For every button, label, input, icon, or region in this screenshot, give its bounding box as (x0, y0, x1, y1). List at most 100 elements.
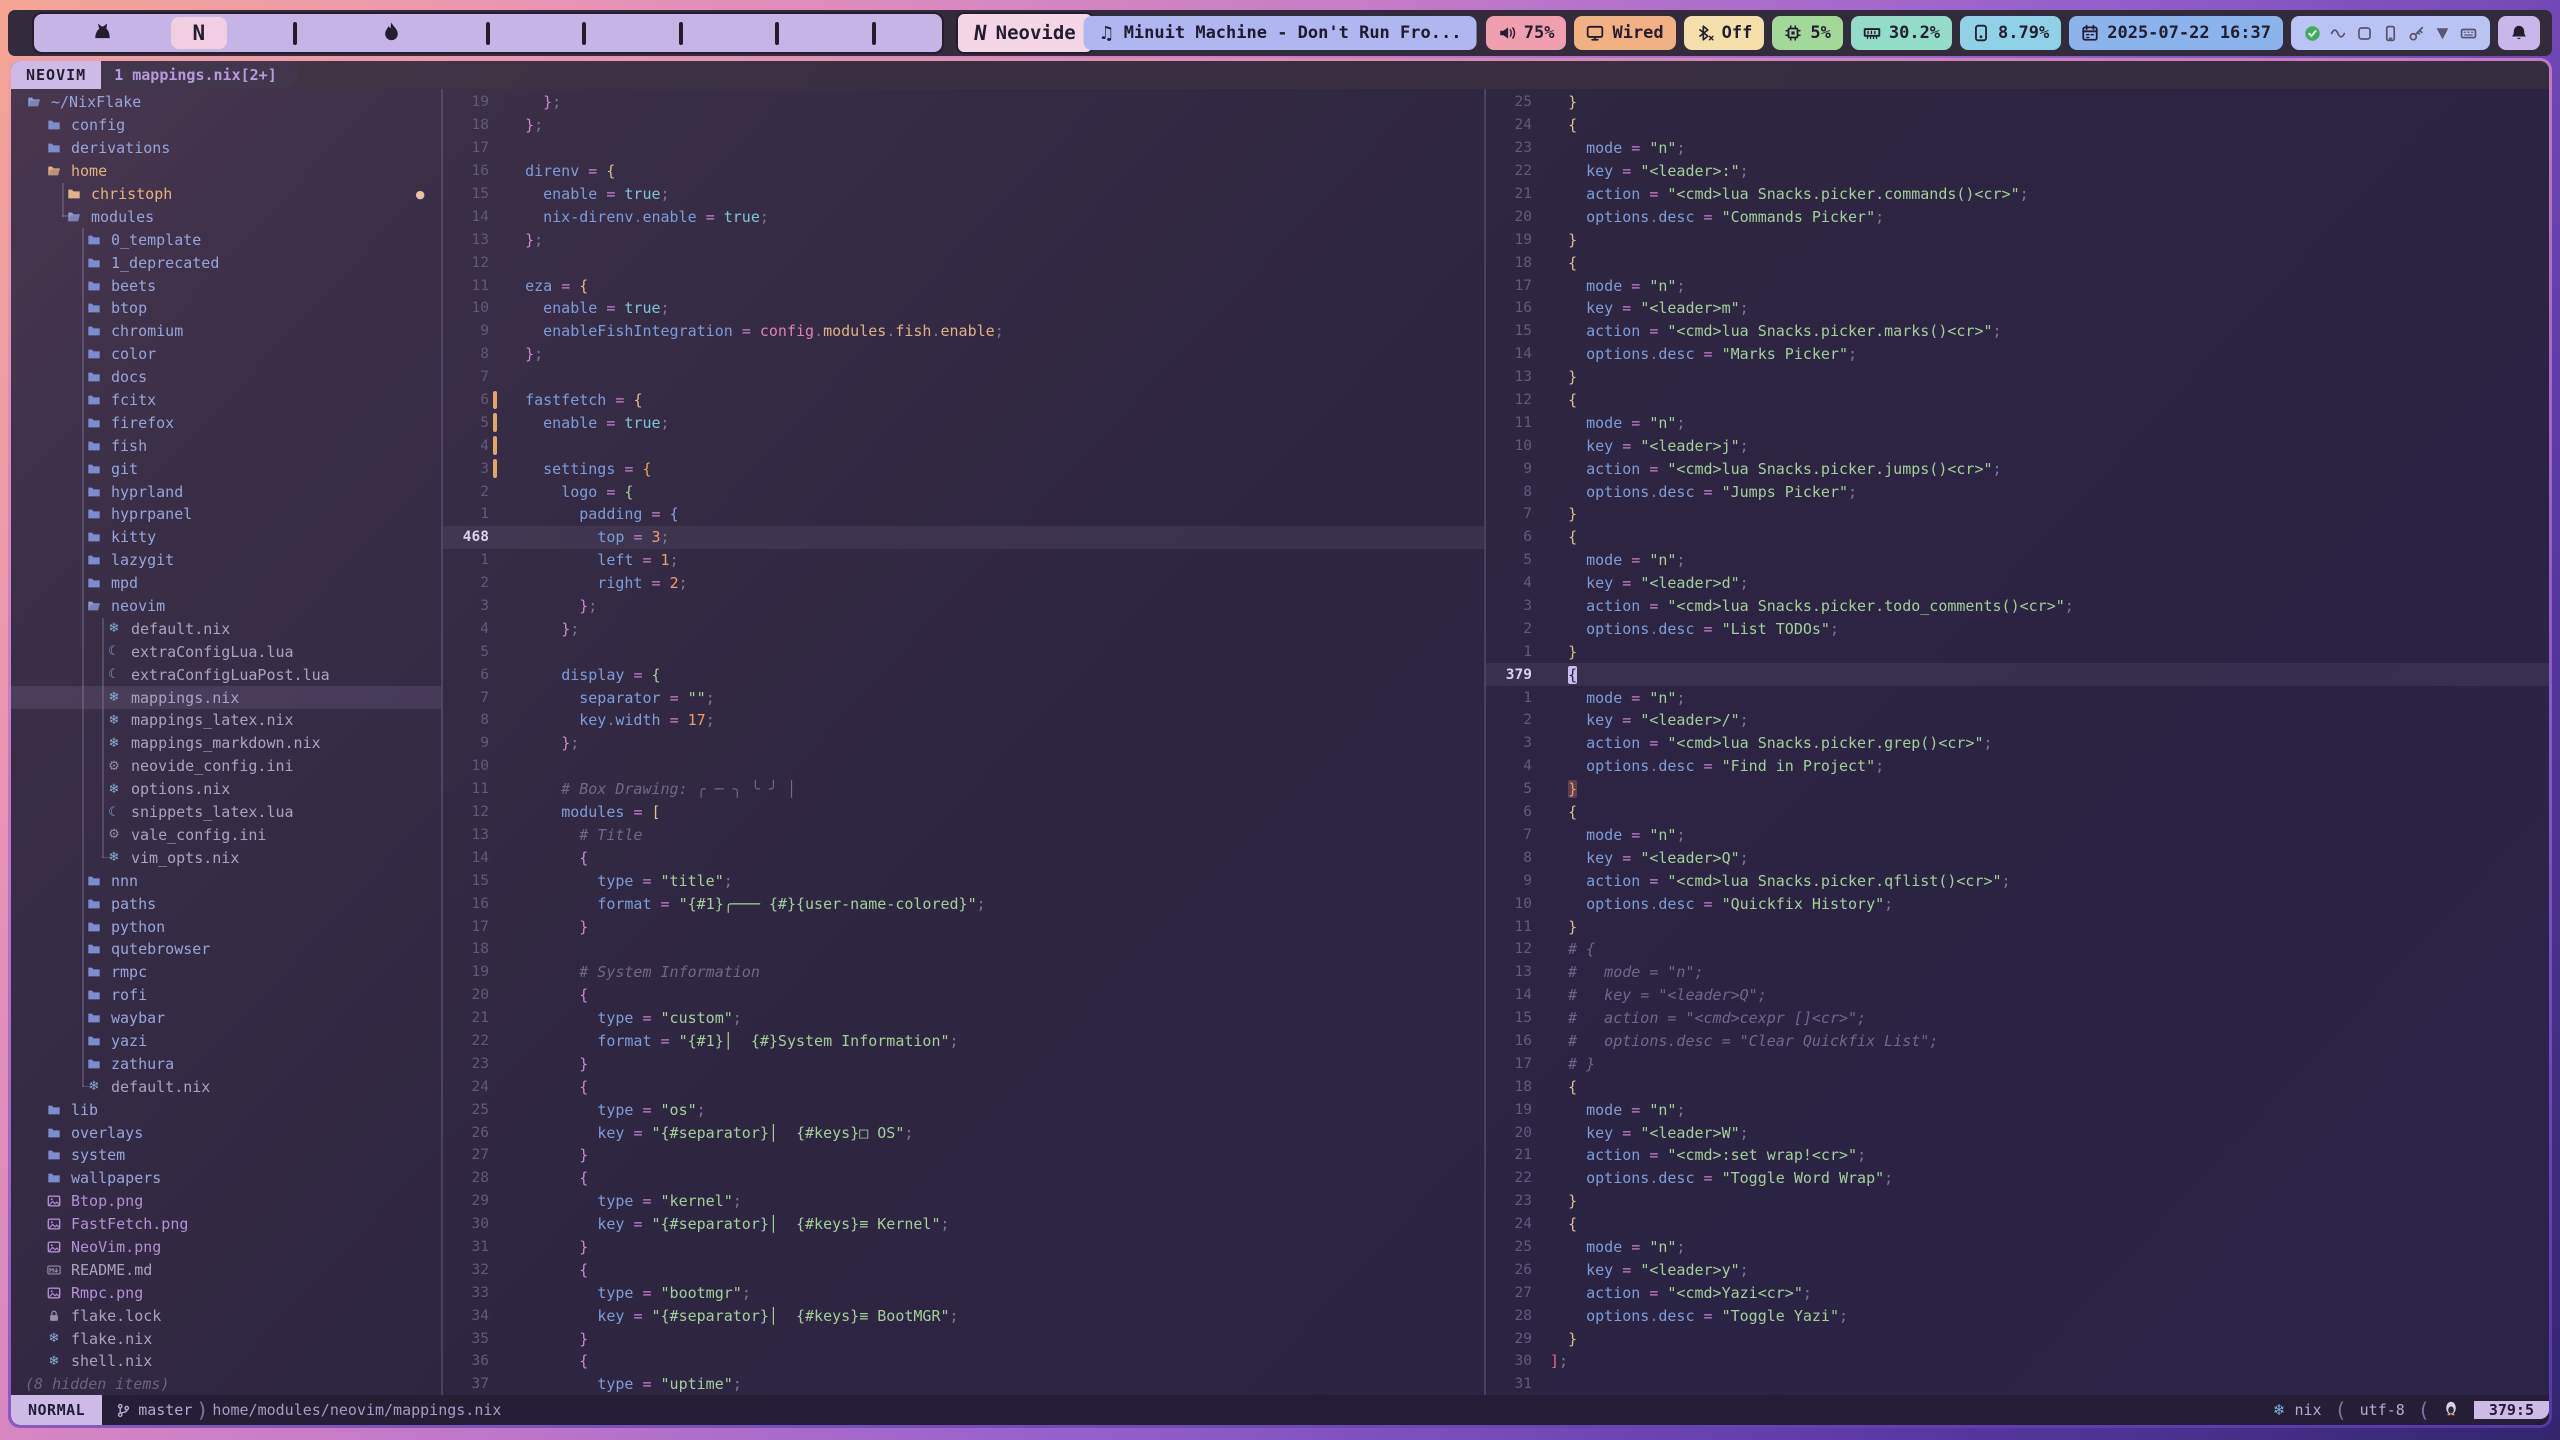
tree-item[interactable]: ☾extraConfigLua.lua (11, 640, 441, 663)
tree-item[interactable]: mpd (11, 572, 441, 595)
tree-item[interactable]: config (11, 114, 441, 137)
music-widget[interactable]: ♫ Minuit Machine - Don't Run Fro... (1084, 16, 1477, 50)
code-line[interactable]: 8 }; (443, 343, 1484, 366)
bluetooth-module[interactable]: Off (1684, 16, 1765, 50)
code-line[interactable]: 24 { (1486, 114, 2549, 137)
code-line[interactable]: 10 (443, 755, 1484, 778)
code-line[interactable]: 12 # { (1486, 938, 2549, 961)
tree-item[interactable]: hyprpanel (11, 503, 441, 526)
code-line[interactable]: 15 enable = true; (443, 183, 1484, 206)
key-icon[interactable] (2408, 25, 2425, 42)
code-line[interactable]: 23 mode = "n"; (1486, 137, 2549, 160)
code-line[interactable]: 24 { (443, 1075, 1484, 1098)
tree-item[interactable]: hyprland (11, 480, 441, 503)
tree-item[interactable]: FastFetch.png (11, 1213, 441, 1236)
code-line[interactable]: 379 { (1486, 663, 2549, 686)
code-line[interactable]: 7 (443, 366, 1484, 389)
code-line[interactable]: 13 # mode = "n"; (1486, 961, 2549, 984)
code-line[interactable]: 37 type = "uptime"; (443, 1373, 1484, 1395)
code-line[interactable]: 16 key = "<leader>m"; (1486, 297, 2549, 320)
workspace-button-3[interactable] (267, 17, 323, 49)
code-line[interactable]: 30 key = "{#separator}│ {#keys}≡ Kernel"… (443, 1213, 1484, 1236)
code-line[interactable]: 4 }; (443, 617, 1484, 640)
code-line[interactable]: 18 (443, 938, 1484, 961)
code-line[interactable]: 20 key = "<leader>W"; (1486, 1121, 2549, 1144)
code-line[interactable]: 20 { (443, 984, 1484, 1007)
code-line[interactable]: 2 logo = { (443, 480, 1484, 503)
code-line[interactable]: 18 { (1486, 251, 2549, 274)
code-line[interactable]: 33 type = "bootmgr"; (443, 1281, 1484, 1304)
code-line[interactable]: 4 key = "<leader>d"; (1486, 572, 2549, 595)
tree-item[interactable]: 0_template (11, 228, 441, 251)
cpu-module[interactable]: 5% (1772, 16, 1842, 50)
code-line[interactable]: 25 type = "os"; (443, 1098, 1484, 1121)
window-title-button[interactable]: N Neovide (956, 12, 1094, 54)
code-line[interactable]: 21 type = "custom"; (443, 1007, 1484, 1030)
code-line[interactable]: 2 right = 2; (443, 572, 1484, 595)
file-tree[interactable]: ~/NixFlakeconfigderivationshomechristoph… (11, 89, 441, 1395)
code-line[interactable]: 31 } (443, 1236, 1484, 1259)
code-line[interactable]: 25 mode = "n"; (1486, 1236, 2549, 1259)
code-line[interactable]: 28 options.desc = "Toggle Yazi"; (1486, 1304, 2549, 1327)
tree-item[interactable]: ❄flake.nix (11, 1327, 441, 1350)
code-line[interactable]: 27 } (443, 1144, 1484, 1167)
square-outline-icon[interactable] (2356, 25, 2373, 42)
code-line[interactable]: 31 (1486, 1373, 2549, 1395)
code-line[interactable]: 13 }; (443, 228, 1484, 251)
code-line[interactable]: 36 { (443, 1350, 1484, 1373)
code-line[interactable]: 5 mode = "n"; (1486, 549, 2549, 572)
code-line[interactable]: 14 { (443, 846, 1484, 869)
code-line[interactable]: 19 }; (443, 91, 1484, 114)
tree-item[interactable]: Rmpc.png (11, 1281, 441, 1304)
code-line[interactable]: 35 } (443, 1327, 1484, 1350)
code-line[interactable]: 9 action = "<cmd>lua Snacks.picker.jumps… (1486, 457, 2549, 480)
tree-item[interactable]: neovim (11, 595, 441, 618)
code-line[interactable]: 16 direnv = { (443, 160, 1484, 183)
tree-item[interactable]: derivations (11, 137, 441, 160)
buffer-tab[interactable]: 1 mappings.nix[2+] (101, 61, 299, 89)
workspace-button-7[interactable] (653, 17, 709, 49)
tree-item[interactable]: overlays (11, 1121, 441, 1144)
check-circle-icon[interactable] (2304, 25, 2321, 42)
code-line[interactable]: 23 } (1486, 1190, 2549, 1213)
tree-item[interactable]: yazi (11, 1030, 441, 1053)
code-line[interactable]: 16 # options.desc = "Clear Quickfix List… (1486, 1030, 2549, 1053)
code-line[interactable]: 5 (443, 640, 1484, 663)
code-line[interactable]: 19 } (1486, 228, 2549, 251)
funnel-icon[interactable] (2434, 25, 2451, 42)
code-line[interactable]: 12 (443, 251, 1484, 274)
workspace-button-5[interactable] (460, 17, 516, 49)
code-line[interactable]: 29 type = "kernel"; (443, 1190, 1484, 1213)
clock-module[interactable]: 2025-07-22 16:37 (2069, 16, 2283, 50)
code-line[interactable]: 10 enable = true; (443, 297, 1484, 320)
code-line[interactable]: 15 type = "title"; (443, 869, 1484, 892)
keyboard-icon[interactable] (2460, 25, 2477, 42)
disk-module[interactable]: 8.79% (1960, 16, 2061, 50)
tree-item[interactable]: kitty (11, 526, 441, 549)
tree-item[interactable]: btop (11, 297, 441, 320)
code-line[interactable]: 19 # System Information (443, 961, 1484, 984)
tree-item[interactable]: README.md (11, 1258, 441, 1281)
tree-item[interactable]: ☾extraConfigLuaPost.lua (11, 663, 441, 686)
code-line[interactable]: 32 { (443, 1258, 1484, 1281)
code-line[interactable]: 3 action = "<cmd>lua Snacks.picker.grep(… (1486, 732, 2549, 755)
code-line[interactable]: 5 enable = true; (443, 411, 1484, 434)
code-line[interactable]: 10 key = "<leader>j"; (1486, 434, 2549, 457)
tree-item[interactable]: fish (11, 434, 441, 457)
code-line[interactable]: 17 } (443, 915, 1484, 938)
tree-item[interactable]: rmpc (11, 961, 441, 984)
code-line[interactable]: 11 eza = { (443, 274, 1484, 297)
editor-pane-right[interactable]: 25 }24 {23 mode = "n";22 key = "<leader>… (1486, 89, 2549, 1395)
tree-item[interactable]: waybar (11, 1007, 441, 1030)
tree-item[interactable]: ❄vim_opts.nix (11, 846, 441, 869)
tree-item[interactable]: modules (11, 205, 441, 228)
tree-item[interactable]: docs (11, 366, 441, 389)
tree-item[interactable]: git (11, 457, 441, 480)
code-line[interactable]: 14 options.desc = "Marks Picker"; (1486, 343, 2549, 366)
code-line[interactable]: 1 padding = { (443, 503, 1484, 526)
code-line[interactable]: 14 # key = "<leader>Q"; (1486, 984, 2549, 1007)
workspace-button-8[interactable] (749, 17, 805, 49)
code-line[interactable]: 27 action = "<cmd>Yazi<cr>"; (1486, 1281, 2549, 1304)
code-line[interactable]: 7 mode = "n"; (1486, 824, 2549, 847)
code-line[interactable]: 3 settings = { (443, 457, 1484, 480)
